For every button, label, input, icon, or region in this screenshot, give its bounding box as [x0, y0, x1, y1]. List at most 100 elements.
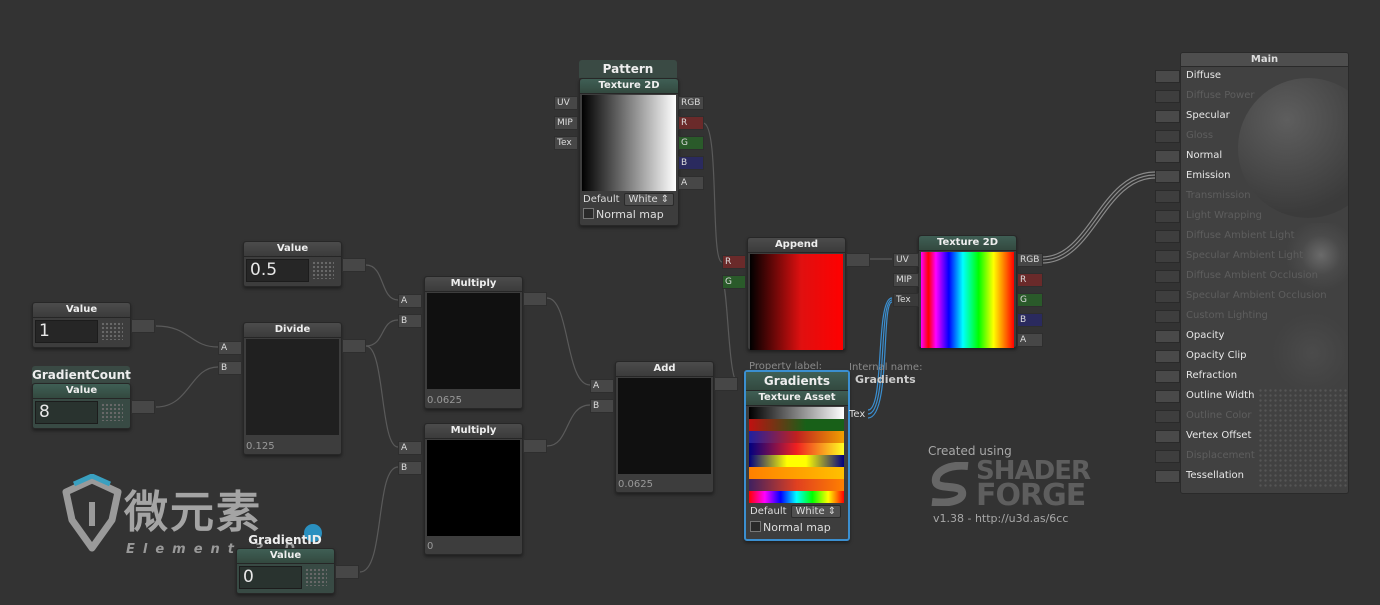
checkbox-box[interactable] [583, 208, 594, 219]
pattern-uv-input[interactable]: UV [554, 96, 578, 110]
main-input-row[interactable]: Outline Width [1155, 389, 1347, 403]
main-input-row[interactable]: Emission [1155, 169, 1347, 183]
main-input-slot[interactable] [1155, 70, 1180, 83]
pattern-tex-input[interactable]: Tex [554, 136, 578, 150]
pattern-b-output[interactable]: B [678, 156, 704, 170]
main-input-row[interactable]: Opacity Clip [1155, 349, 1347, 363]
main-input-slot[interactable] [1155, 130, 1180, 143]
multiply-top-output[interactable] [523, 292, 547, 306]
value-one-output[interactable] [131, 319, 155, 333]
main-input-row[interactable]: Outline Color [1155, 409, 1347, 423]
main-input-row[interactable]: Opacity [1155, 329, 1347, 343]
main-input-row[interactable]: Displacement [1155, 449, 1347, 463]
texture2d-uv-input[interactable]: UV [893, 253, 919, 267]
main-input-row[interactable]: Tessellation [1155, 469, 1347, 483]
main-input-slot[interactable] [1155, 210, 1180, 223]
texture2d-node[interactable]: Texture 2D [918, 235, 1017, 348]
main-input-slot[interactable] [1155, 170, 1180, 183]
multiply-node-top[interactable]: Multiply 0.0625 [424, 276, 523, 409]
value-field[interactable]: 0.5 [246, 259, 309, 282]
texture2d-b-output[interactable]: B [1017, 313, 1043, 327]
main-input-row[interactable]: Diffuse [1155, 69, 1347, 83]
main-input-slot[interactable] [1155, 410, 1180, 423]
pattern-node-caption[interactable]: Pattern [579, 60, 677, 78]
main-input-slot[interactable] [1155, 450, 1180, 463]
main-input-row[interactable]: Normal [1155, 149, 1347, 163]
drag-handle[interactable] [101, 322, 123, 340]
pattern-texture2d-node[interactable]: Texture 2D Default White ⇕ Normal map [579, 78, 679, 226]
divide-output[interactable] [342, 339, 366, 353]
main-input-row[interactable]: Specular [1155, 109, 1347, 123]
pattern-rgb-output[interactable]: RGB [678, 96, 704, 110]
add-b-input[interactable]: B [590, 399, 614, 413]
main-input-row[interactable]: Light Wrapping [1155, 209, 1347, 223]
texture2d-tex-input[interactable]: Tex [893, 293, 919, 307]
pattern-g-output[interactable]: G [678, 136, 704, 150]
main-input-slot[interactable] [1155, 470, 1180, 483]
value-field[interactable]: 8 [35, 401, 98, 424]
main-input-slot[interactable] [1155, 350, 1180, 363]
drag-handle[interactable] [305, 568, 327, 586]
main-input-row[interactable]: Gloss [1155, 129, 1347, 143]
main-input-slot[interactable] [1155, 390, 1180, 403]
main-input-slot[interactable] [1155, 230, 1180, 243]
multiply-top-a-input[interactable]: A [398, 294, 422, 308]
value-node-half[interactable]: Value 0.5 [243, 241, 342, 287]
add-output[interactable] [714, 377, 738, 391]
default-dropdown[interactable]: White ⇕ [790, 505, 842, 518]
drag-handle[interactable] [101, 403, 123, 421]
divide-node[interactable]: Divide 0.125 [243, 322, 342, 455]
multiply-bottom-a-input[interactable]: A [398, 441, 422, 455]
main-input-slot[interactable] [1155, 250, 1180, 263]
main-input-slot[interactable] [1155, 370, 1180, 383]
normal-map-checkbox[interactable]: Normal map [583, 208, 664, 221]
main-input-row[interactable]: Refraction [1155, 369, 1347, 383]
default-selector[interactable]: Default White ⇕ [750, 505, 842, 518]
value-node-one[interactable]: Value 1 [32, 302, 131, 348]
gradients-texture-asset-node[interactable]: Gradients Texture Asset Default White ⇕ N… [744, 370, 850, 541]
default-selector[interactable]: Default White ⇕ [583, 193, 675, 206]
append-r-input[interactable]: R [722, 255, 746, 269]
append-node[interactable]: Append [747, 237, 846, 350]
main-input-slot[interactable] [1155, 90, 1180, 103]
main-input-slot[interactable] [1155, 150, 1180, 163]
main-input-slot[interactable] [1155, 330, 1180, 343]
gradient-count-node[interactable]: Value 8 [32, 383, 131, 429]
gradient-id-node[interactable]: Value 0 [236, 548, 335, 594]
main-input-row[interactable]: Transmission [1155, 189, 1347, 203]
pattern-mip-input[interactable]: MIP [554, 116, 578, 130]
append-output[interactable] [846, 253, 870, 267]
main-input-slot[interactable] [1155, 270, 1180, 283]
texture2d-rgb-output[interactable]: RGB [1017, 253, 1043, 267]
normal-map-checkbox[interactable]: Normal map [750, 521, 831, 534]
main-input-row[interactable]: Custom Lighting [1155, 309, 1347, 323]
main-input-slot[interactable] [1155, 310, 1180, 323]
pattern-r-output[interactable]: R [678, 116, 704, 130]
multiply-bottom-b-input[interactable]: B [398, 461, 422, 475]
main-input-slot[interactable] [1155, 290, 1180, 303]
add-node[interactable]: Add 0.0625 [615, 361, 714, 493]
multiply-bottom-output[interactable] [523, 439, 547, 453]
value-field[interactable]: 1 [35, 320, 98, 343]
add-a-input[interactable]: A [590, 379, 614, 393]
gradient-id-caption[interactable]: GradientID [236, 531, 334, 549]
gradient-id-output[interactable] [335, 565, 359, 579]
drag-handle[interactable] [312, 261, 334, 279]
texture2d-a-output[interactable]: A [1017, 333, 1043, 347]
default-dropdown[interactable]: White ⇕ [623, 193, 675, 206]
texture2d-g-output[interactable]: G [1017, 293, 1043, 307]
divide-b-input[interactable]: B [218, 361, 242, 375]
divide-a-input[interactable]: A [218, 341, 242, 355]
append-g-input[interactable]: G [722, 275, 746, 289]
main-input-slot[interactable] [1155, 110, 1180, 123]
main-input-row[interactable]: Diffuse Ambient Light [1155, 229, 1347, 243]
main-input-row[interactable]: Diffuse Ambient Occlusion [1155, 269, 1347, 283]
gradient-count-output[interactable] [131, 400, 155, 414]
gradients-tex-output[interactable]: Tex [849, 409, 865, 420]
checkbox-box[interactable] [750, 521, 761, 532]
main-input-row[interactable]: Diffuse Power [1155, 89, 1347, 103]
value-field[interactable]: 0 [239, 566, 302, 589]
texture2d-r-output[interactable]: R [1017, 273, 1043, 287]
texture2d-mip-input[interactable]: MIP [893, 273, 919, 287]
pattern-a-output[interactable]: A [678, 176, 704, 190]
